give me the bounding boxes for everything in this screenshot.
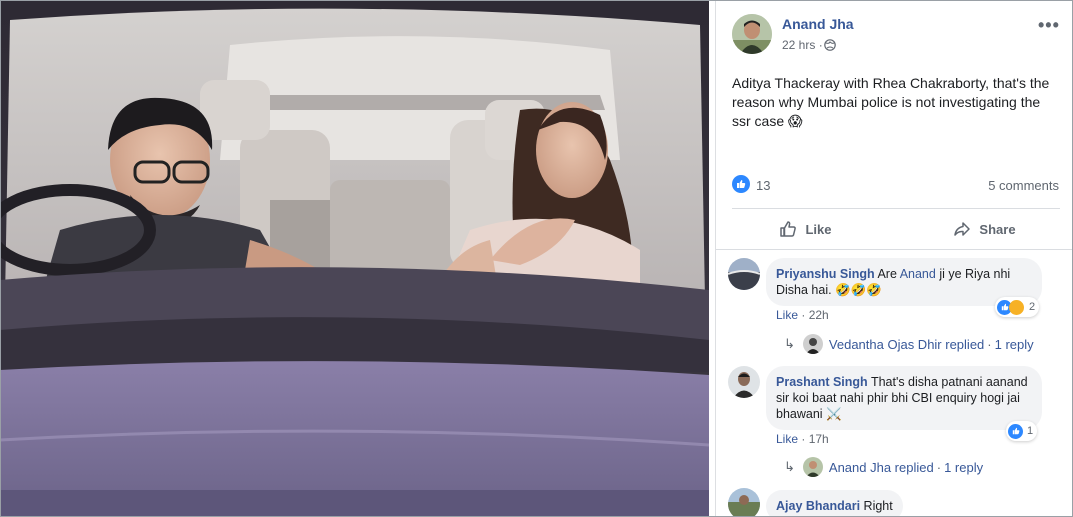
scream-emoji: 😱 [788,113,803,129]
like-button-label: Like [805,221,832,237]
time-separator: · [818,38,823,52]
view-replies-link[interactable]: ↳ Anand Jha replied · 1 reply [784,457,983,477]
post-photo[interactable] [0,0,709,517]
post-actions: Like Share [716,212,1073,246]
comment-author[interactable]: Ajay Bhandari [776,499,860,513]
comment-bubble: Ajay Bhandari Right [766,490,903,517]
reaction-count: 13 [756,178,771,193]
comment-reactions[interactable]: 1 [1006,421,1038,441]
haha-reaction-icon [1009,299,1024,315]
reply-arrow-icon: ↳ [784,336,795,351]
author-name[interactable]: Anand Jha [782,16,854,32]
comment-time[interactable]: 17h [809,432,829,446]
reply-count: 1 reply [944,459,984,475]
reply-separator: · [936,459,942,475]
share-button[interactable]: Share [895,212,1073,246]
globe-icon [824,39,836,51]
comment-reaction-count: 1 [1027,425,1034,437]
comment-like-link[interactable]: Like [776,432,798,446]
divider [716,249,1073,250]
like-reaction-icon [732,175,750,193]
meta-separator: · [801,432,806,446]
reply-separator: · [987,336,992,352]
share-arrow-icon [954,222,971,236]
comment-author[interactable]: Priyanshu Singh [776,267,875,281]
comment-reactions[interactable]: 2 [995,297,1040,317]
post-sidebar: Anand Jha 22 hrs · ••• Aditya Thackeray … [715,0,1073,517]
reply-author-text: Anand Jha replied [828,459,934,475]
author-avatar[interactable] [732,14,772,54]
comment-text: Right [863,499,893,513]
commenter-avatar[interactable] [728,366,760,398]
post-time-text[interactable]: 22 hrs [782,38,815,52]
comment-meta: Like · 22h [776,308,829,322]
reply-author-avatar [802,457,823,477]
comment-bubble: Prashant Singh That's disha patnani aana… [766,366,1042,430]
comment-text: Are [877,267,900,281]
reply-author-text: Vedantha Ojas Dhir replied [828,336,985,352]
thumbs-up-icon [780,221,797,237]
meta-separator: · [801,308,806,322]
crossed-swords-emoji: ⚔️ [826,407,842,421]
laughing-emoji: 🤣🤣🤣 [835,283,882,297]
commenter-avatar[interactable] [728,488,760,517]
comment-like-link[interactable]: Like [776,308,798,322]
post-reactions[interactable]: 13 [732,175,770,193]
commenter-avatar[interactable] [728,258,760,290]
comment-author[interactable]: Prashant Singh [776,375,868,389]
divider [732,208,1060,209]
reply-author-avatar [802,334,823,354]
comment-time[interactable]: 22h [809,308,829,322]
like-button[interactable]: Like [716,212,895,246]
post-timestamp[interactable]: 22 hrs · [782,38,823,52]
post-text: Aditya Thackeray with Rhea Chakraborty, … [732,74,1062,131]
mention-link[interactable]: Anand [900,267,936,281]
reply-arrow-icon: ↳ [784,459,795,474]
reply-count: 1 reply [994,336,1034,352]
car-interior-photo [0,0,709,517]
view-replies-link[interactable]: ↳ Vedantha Ojas Dhir replied · 1 reply [784,334,1034,354]
comment-count-link[interactable]: 5 comments [988,178,1059,193]
post-text-body: Aditya Thackeray with Rhea Chakraborty, … [732,75,1050,129]
share-button-label: Share [979,221,1016,237]
comment-reaction-count: 2 [1029,301,1036,313]
comment-meta: Like · 17h [776,432,829,446]
like-reaction-icon [1008,423,1023,439]
more-options-icon[interactable]: ••• [1038,15,1060,36]
